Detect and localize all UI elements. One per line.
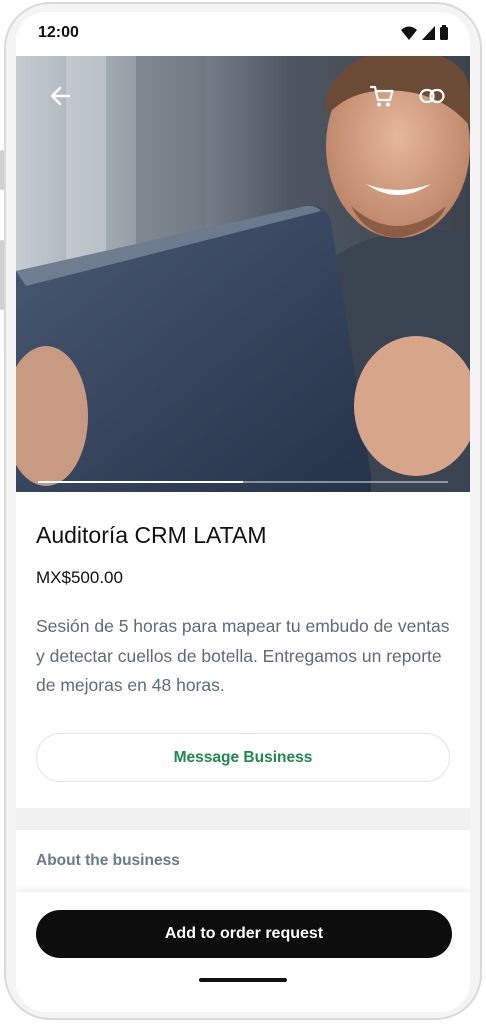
- product-title: Auditoría CRM LATAM: [36, 522, 267, 548]
- product-description: Sesión de 5 horas para mapear tu embudo …: [36, 616, 450, 695]
- back-button[interactable]: [40, 76, 80, 116]
- add-to-order-button[interactable]: Add to order request: [36, 910, 452, 958]
- product-price: MX$500.00: [36, 568, 123, 587]
- status-icons: [401, 25, 448, 40]
- bottom-action-bar: Add to order request: [16, 892, 470, 1012]
- cart-icon: [369, 85, 394, 107]
- product-image-carousel[interactable]: [16, 56, 470, 492]
- battery-icon: [440, 25, 448, 40]
- wifi-icon: [401, 26, 417, 40]
- home-indicator[interactable]: [199, 978, 287, 982]
- status-time: 12:00: [38, 24, 79, 41]
- cart-button[interactable]: [362, 76, 402, 116]
- about-business-heading[interactable]: About the business: [36, 852, 180, 870]
- carousel-progress: [38, 481, 448, 483]
- share-link-button[interactable]: [412, 76, 452, 116]
- product-photo: [16, 56, 470, 492]
- signal-icon: [422, 25, 435, 40]
- carousel-progress-fill: [38, 481, 243, 483]
- side-button: [0, 240, 4, 310]
- section-divider: [16, 808, 470, 830]
- arrow-left-icon: [50, 86, 71, 106]
- message-business-button[interactable]: Message Business: [36, 733, 450, 782]
- side-button: [0, 150, 4, 190]
- app-screen: 12:00 Auditoría CRM LATAM MX$500.00 Sesi…: [16, 12, 470, 1012]
- link-icon: [419, 88, 445, 104]
- status-bar: 12:00: [16, 12, 470, 56]
